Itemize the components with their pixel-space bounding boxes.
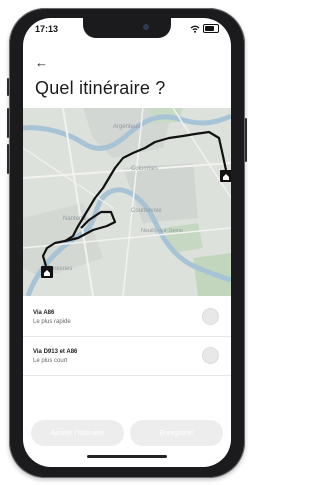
- route-options: Via A86 Le plus rapide Via D913 et A86 L…: [23, 298, 231, 376]
- route-name: Via A86: [33, 310, 55, 316]
- home-indicator[interactable]: [87, 455, 167, 458]
- mute-switch: [7, 78, 9, 96]
- home-marker-icon: [41, 266, 53, 278]
- action-bar: Ajouter l'itinéraire Enregistrer: [31, 420, 223, 446]
- destination-marker-icon: [220, 170, 231, 182]
- power-button: [245, 118, 247, 162]
- notch: [83, 18, 171, 38]
- route-radio[interactable]: [202, 308, 219, 325]
- route-option[interactable]: Via A86 Le plus rapide: [23, 298, 231, 337]
- save-button[interactable]: Enregistrer: [130, 420, 223, 446]
- route-name: Via D913 et A86: [33, 349, 78, 355]
- back-arrow-icon[interactable]: ←: [35, 56, 48, 69]
- place-label: Courbevoie: [131, 208, 162, 214]
- route-subtitle: Le plus court: [33, 358, 68, 364]
- volume-down-button: [7, 144, 9, 174]
- camera-icon: [143, 24, 149, 30]
- route-radio[interactable]: [202, 347, 219, 364]
- page-title: Quel itinéraire ?: [35, 78, 166, 98]
- screen: 17:13 ← Quel itinéraire ? Argenteuil Col…: [23, 18, 231, 467]
- route-option[interactable]: Via D913 et A86 Le plus court: [23, 337, 231, 376]
- status-time: 17:13: [35, 24, 59, 34]
- battery-icon: [203, 24, 219, 33]
- wifi-icon: [190, 25, 200, 33]
- route-subtitle: Le plus rapide: [33, 319, 71, 325]
- map-canvas: Argenteuil Colombes Courbevoie Neuilly-s…: [23, 108, 231, 296]
- volume-up-button: [7, 108, 9, 138]
- place-label: Neuilly-sur-Seine: [141, 228, 183, 234]
- status-icons: [190, 24, 219, 33]
- place-label: Argenteuil: [113, 124, 140, 130]
- place-label: Colombes: [131, 166, 158, 172]
- add-route-button[interactable]: Ajouter l'itinéraire: [31, 420, 124, 446]
- route-map[interactable]: Argenteuil Colombes Courbevoie Neuilly-s…: [23, 108, 231, 296]
